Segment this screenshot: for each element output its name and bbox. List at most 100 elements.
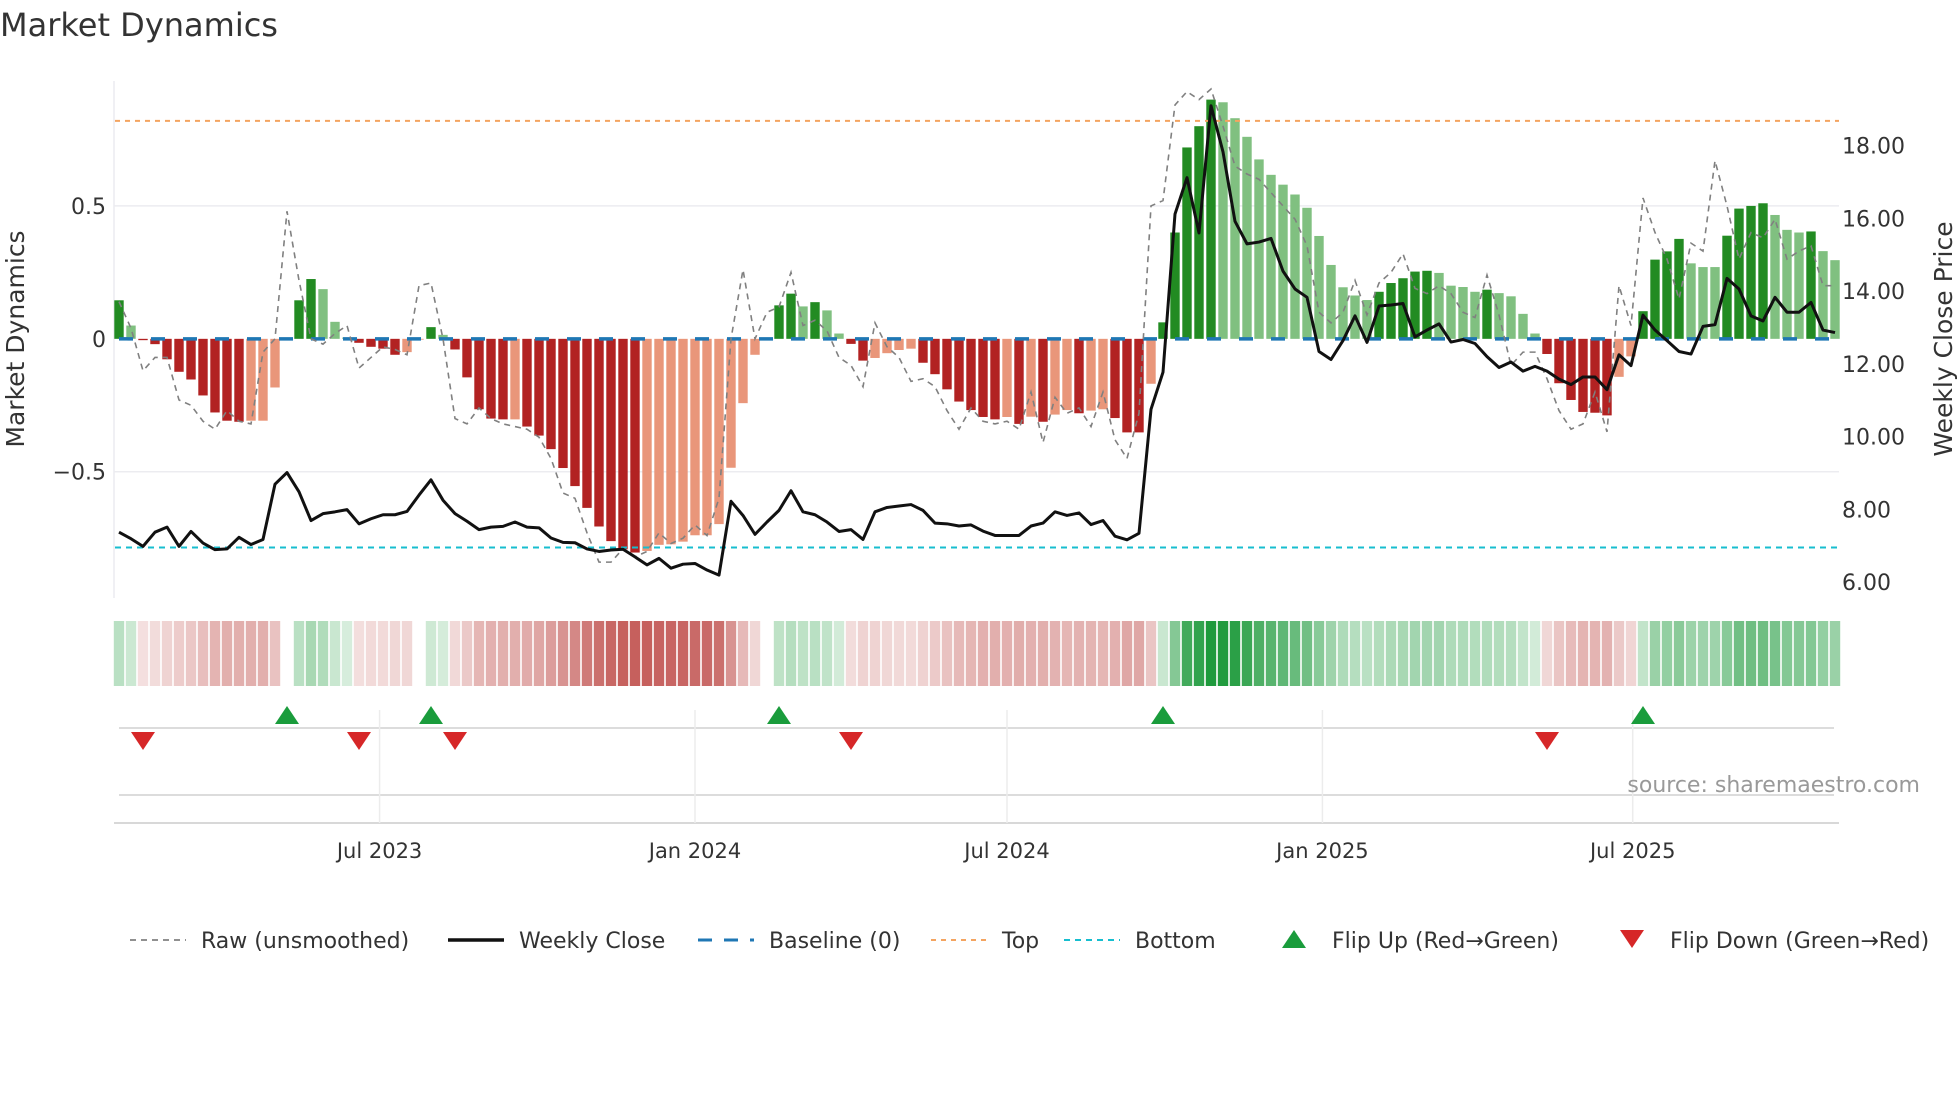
flip-up-marker — [419, 706, 443, 724]
dynamics-bar — [990, 338, 1000, 420]
regime-cell — [845, 621, 857, 686]
regime-cell — [1577, 621, 1589, 686]
dynamics-bar — [1710, 267, 1720, 339]
market-dynamics-chart: 0.5 0 −0.5 6.00 8.00 10.00 12.00 14.00 16.00 18.0… — [1, 81, 1958, 954]
dynamics-bar — [1002, 338, 1012, 417]
flip-down-marker — [443, 732, 467, 750]
dynamics-bar — [306, 279, 316, 339]
x-tick-label: Jul 2024 — [962, 839, 1049, 863]
dynamics-bar — [294, 300, 304, 339]
dynamics-bar — [858, 338, 868, 361]
dynamics-bar — [222, 338, 232, 421]
regime-cell — [353, 621, 365, 686]
regime-cell — [269, 621, 281, 686]
regime-cell — [1313, 621, 1325, 686]
y2-tick-label: 14.00 — [1842, 280, 1905, 305]
dynamics-bar — [906, 338, 916, 349]
dynamics-bar — [402, 338, 412, 353]
regime-cell — [941, 621, 953, 686]
dynamics-bar — [1770, 214, 1780, 339]
dynamics-bar — [126, 325, 136, 339]
dynamics-bar — [498, 338, 508, 420]
regime-cell — [1037, 621, 1049, 686]
y2-tick-label: 10.00 — [1842, 426, 1905, 451]
regime-cell — [473, 621, 485, 686]
regime-cell — [1541, 621, 1553, 686]
flip-up-marker — [1631, 706, 1655, 724]
regime-cell — [917, 621, 929, 686]
dynamics-bar — [1794, 232, 1804, 339]
legend-label: Raw (unsmoothed) — [201, 929, 409, 954]
dynamics-bar — [1266, 174, 1276, 339]
regime-cell — [1169, 621, 1181, 686]
regime-cell — [1241, 621, 1253, 686]
dynamics-bar — [138, 338, 148, 341]
y2-tick-label: 8.00 — [1842, 498, 1891, 523]
regime-cell — [305, 621, 317, 686]
regime-cell — [1229, 621, 1241, 686]
regime-cell — [557, 621, 569, 686]
regime-cell — [677, 621, 689, 686]
regime-cell — [1385, 621, 1397, 686]
dynamics-bars — [114, 99, 1840, 553]
regime-cell — [1121, 621, 1133, 686]
dynamics-bar — [186, 338, 196, 380]
y-axis-title: Market Dynamics — [1, 230, 30, 447]
regime-cell — [1421, 621, 1433, 686]
regime-cell — [881, 621, 893, 686]
regime-cell — [545, 621, 557, 686]
regime-cell — [1349, 621, 1361, 686]
y-tick-label: 0 — [92, 328, 106, 353]
dynamics-bar — [1518, 313, 1528, 339]
dynamics-bar — [1734, 208, 1744, 339]
regime-cell — [1181, 621, 1193, 686]
dynamics-bar — [1482, 289, 1492, 339]
regime-cell — [1433, 621, 1445, 686]
dynamics-bar — [510, 338, 520, 420]
regime-cell — [1505, 621, 1517, 686]
regime-cell — [1553, 621, 1565, 686]
regime-cell — [725, 621, 737, 686]
dynamics-bar — [690, 338, 700, 536]
regime-cell — [1757, 621, 1769, 686]
regime-cell — [1685, 621, 1697, 686]
regime-cell — [113, 621, 125, 686]
dynamics-bar — [1146, 338, 1156, 384]
regime-cell — [977, 621, 989, 686]
dynamics-bar — [426, 327, 436, 339]
regime-cell — [1697, 621, 1709, 686]
dynamics-bar — [1506, 296, 1516, 339]
regime-cell — [1301, 621, 1313, 686]
x-tick-label: Jan 2025 — [1274, 839, 1369, 863]
regime-cell — [1601, 621, 1613, 686]
regime-cell — [1289, 621, 1301, 686]
dynamics-bar — [1290, 194, 1300, 339]
flip-up-marker — [767, 706, 791, 724]
regime-cell — [173, 621, 185, 686]
dynamics-bar — [942, 338, 952, 390]
dynamics-bar — [726, 338, 736, 468]
dynamics-bar — [1662, 251, 1672, 339]
regime-cell — [1661, 621, 1673, 686]
regime-cell — [1049, 621, 1061, 686]
regime-cell — [485, 621, 497, 686]
legend-label: Flip Up (Red→Green) — [1332, 929, 1559, 954]
regime-cell — [1565, 621, 1577, 686]
dynamics-bar — [1830, 260, 1840, 339]
dynamics-bar — [1326, 264, 1336, 339]
dynamics-bar — [1686, 263, 1696, 339]
regime-cell — [1157, 621, 1169, 686]
regime-cell — [161, 621, 173, 686]
regime-cell — [785, 621, 797, 686]
dynamics-bar — [246, 338, 256, 421]
y2-tick-label: 6.00 — [1842, 571, 1891, 596]
dynamics-bar — [786, 293, 796, 339]
flip-up-marker — [1151, 706, 1175, 724]
regime-cell — [1769, 621, 1781, 686]
regime-cell — [641, 621, 653, 686]
regime-cell — [1409, 621, 1421, 686]
regime-cell — [1493, 621, 1505, 686]
regime-cell — [1781, 621, 1793, 686]
flip-markers — [114, 706, 1839, 824]
dynamics-bar — [1314, 235, 1324, 339]
